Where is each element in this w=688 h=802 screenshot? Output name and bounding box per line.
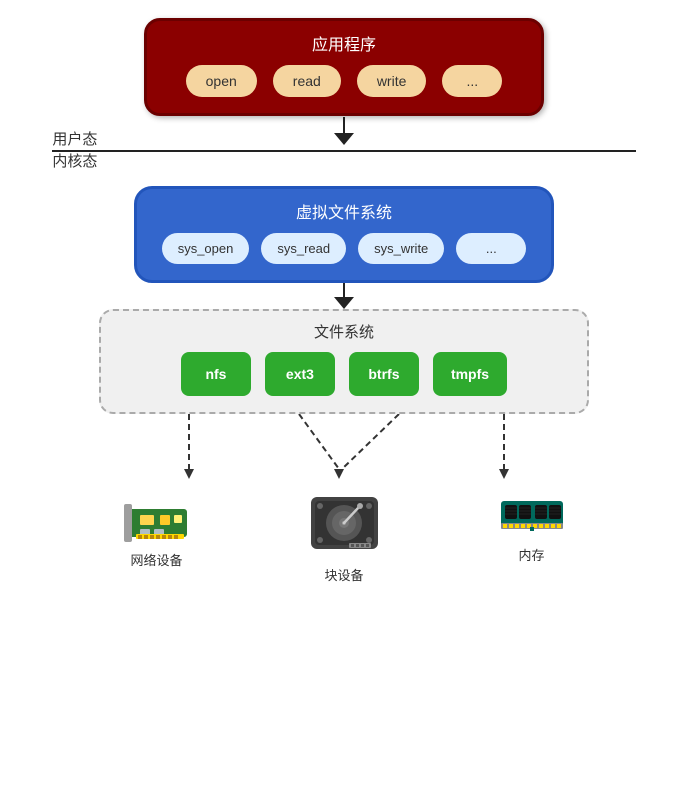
hdd-label: 块设备 xyxy=(324,565,363,584)
dashed-arrows-area xyxy=(99,414,589,489)
btn-nfs[interactable]: nfs xyxy=(181,352,251,396)
fs-title: 文件系统 xyxy=(121,321,567,342)
btn-write[interactable]: write xyxy=(357,65,427,97)
network-label: 网络设备 xyxy=(130,550,182,569)
device-ram: 内存 xyxy=(497,489,567,584)
diagram-container: 应用程序 open read write ... 用户态 内核态 虚拟文件系统 … xyxy=(0,0,688,802)
network-card-icon xyxy=(122,489,192,544)
app-buttons-row: open read write ... xyxy=(167,65,521,97)
app-title: 应用程序 xyxy=(167,31,521,55)
fs-buttons-row: nfs ext3 btrfs tmpfs xyxy=(121,352,567,396)
zone-divider-area: 用户态 内核态 xyxy=(52,146,635,156)
btn-sys-open[interactable]: sys_open xyxy=(162,233,250,264)
fs-box: 文件系统 nfs ext3 btrfs tmpfs xyxy=(99,309,589,414)
btn-tmpfs[interactable]: tmpfs xyxy=(433,352,507,396)
vfs-box: 虚拟文件系统 sys_open sys_read sys_write ... xyxy=(134,186,554,283)
btn-ellipsis[interactable]: ... xyxy=(442,65,502,97)
btn-sys-read[interactable]: sys_read xyxy=(261,233,346,264)
ram-label: 内存 xyxy=(518,545,544,564)
btn-read[interactable]: read xyxy=(273,65,341,97)
device-hdd: 块设备 xyxy=(307,489,382,584)
kernel-zone-label: 内核态 xyxy=(52,150,635,171)
btn-sys-write[interactable]: sys_write xyxy=(358,233,444,264)
arrow-vfs-to-fs xyxy=(334,283,354,309)
arrow-head-2 xyxy=(334,297,354,309)
dashed-arrows-svg xyxy=(99,414,589,489)
btn-vfs-ellipsis[interactable]: ... xyxy=(456,233,526,264)
vfs-title: 虚拟文件系统 xyxy=(157,199,531,223)
user-zone-label: 用户态 xyxy=(52,128,635,149)
devices-row: 网络设备 xyxy=(64,489,624,584)
arrow-line-2 xyxy=(343,283,345,297)
hdd-icon xyxy=(307,489,382,559)
btn-ext3[interactable]: ext3 xyxy=(265,352,335,396)
vfs-buttons-row: sys_open sys_read sys_write ... xyxy=(157,233,531,264)
btn-btrfs[interactable]: btrfs xyxy=(349,352,419,396)
btn-open[interactable]: open xyxy=(186,65,257,97)
app-box: 应用程序 open read write ... xyxy=(144,18,544,116)
ram-icon xyxy=(497,489,567,539)
device-network: 网络设备 xyxy=(122,489,192,584)
